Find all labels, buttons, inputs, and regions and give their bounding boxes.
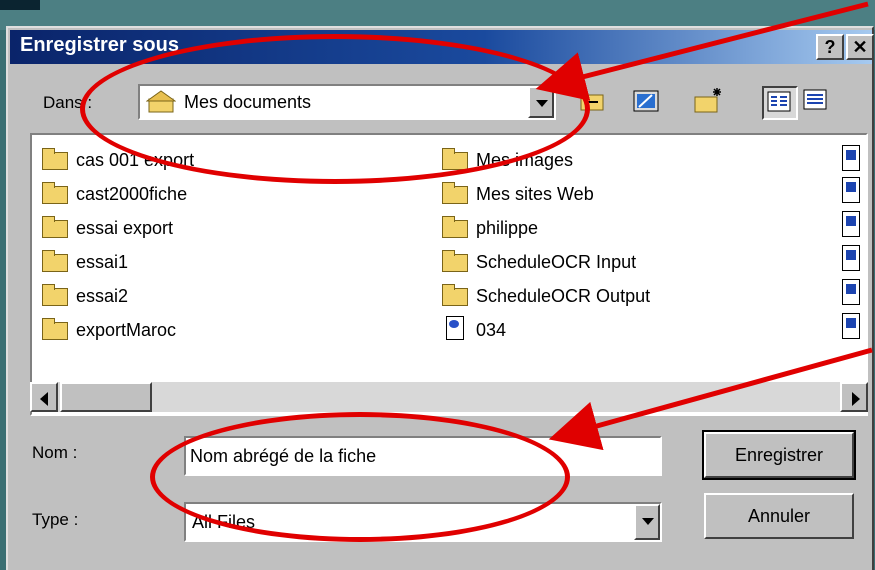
item-label: Mes images: [476, 149, 574, 170]
scroll-left-button[interactable]: [30, 382, 58, 412]
new-folder-button[interactable]: [692, 86, 728, 120]
file-icon[interactable]: [842, 313, 860, 339]
location-dropdown-button[interactable]: [528, 86, 554, 118]
folder-icon: [440, 182, 474, 206]
background-window-fragment: [0, 0, 40, 10]
item-label: essai1: [76, 251, 129, 272]
item-label: cast2000fiche: [76, 183, 188, 204]
details-view-icon: [803, 89, 827, 110]
list-item[interactable]: essai export: [40, 211, 194, 245]
list-item[interactable]: 034: [440, 313, 650, 347]
horizontal-scrollbar[interactable]: [30, 382, 868, 412]
list-item[interactable]: ScheduleOCR Input: [440, 245, 650, 279]
list-item[interactable]: ScheduleOCR Output: [440, 279, 650, 313]
folder-icon: [440, 250, 474, 274]
word-document-icon[interactable]: [842, 177, 860, 203]
list-item[interactable]: essai1: [40, 245, 194, 279]
location-value: Mes documents: [184, 92, 312, 112]
new-folder-icon: [694, 88, 721, 113]
folder-icon: [40, 182, 74, 206]
filetype-label: Type :: [32, 510, 79, 529]
title-bar[interactable]: Enregistrer sous ? ✕: [10, 30, 874, 64]
file-icon[interactable]: [842, 211, 860, 237]
list-item[interactable]: Mes images: [440, 143, 650, 177]
list-item[interactable]: Mes sites Web: [440, 177, 650, 211]
arrow-right-icon: [852, 392, 860, 406]
item-label: essai export: [76, 217, 174, 238]
folder-icon: [440, 148, 474, 172]
list-item[interactable]: exportMaroc: [40, 313, 194, 347]
cancel-button[interactable]: Annuler: [704, 493, 854, 539]
list-view-button[interactable]: [762, 86, 798, 120]
location-dropdown[interactable]: Mes documents: [138, 84, 556, 120]
scroll-right-button[interactable]: [840, 382, 868, 412]
item-label: exportMaroc: [76, 319, 177, 340]
details-view-button[interactable]: [800, 86, 836, 120]
image-file-icon: [440, 316, 474, 342]
folder-icon: [40, 318, 74, 342]
folder-icon: [40, 250, 74, 274]
home-folder-icon: [145, 90, 177, 114]
item-label: essai2: [76, 285, 129, 306]
filetype-dropdown-button[interactable]: [634, 504, 660, 540]
help-button[interactable]: ?: [816, 34, 844, 60]
filetype-value: All Files: [192, 512, 256, 532]
up-one-level-icon: [580, 94, 604, 111]
file-column-2: Mes images Mes sites Web philippe Schedu…: [440, 143, 650, 347]
item-label: Mes sites Web: [476, 183, 594, 204]
file-icon[interactable]: [842, 279, 860, 305]
dialog-title: Enregistrer sous: [20, 34, 179, 56]
folder-icon: [440, 216, 474, 240]
up-one-level-button[interactable]: [576, 86, 612, 120]
item-label: ScheduleOCR Output: [476, 285, 651, 306]
file-icon[interactable]: [842, 245, 860, 271]
list-view-icon: [767, 91, 791, 112]
item-label: 034: [476, 319, 507, 340]
folder-icon: [40, 216, 74, 240]
scroll-thumb[interactable]: [60, 382, 152, 412]
item-label: philippe: [476, 217, 539, 238]
desktop-icon: [633, 90, 659, 112]
list-item[interactable]: cast2000fiche: [40, 177, 194, 211]
save-button[interactable]: Enregistrer: [702, 430, 856, 480]
filetype-dropdown[interactable]: All Files: [184, 502, 662, 542]
list-item[interactable]: essai2: [40, 279, 194, 313]
folder-icon: [40, 148, 74, 172]
list-item[interactable]: cas 001 export: [40, 143, 194, 177]
item-label: ScheduleOCR Input: [476, 251, 637, 272]
folder-icon: [440, 284, 474, 308]
filename-value: Nom abrégé de la fiche: [190, 446, 377, 466]
desktop-button[interactable]: [630, 86, 666, 120]
close-button[interactable]: ✕: [846, 34, 874, 60]
file-list[interactable]: cas 001 export cast2000fiche essai expor…: [30, 133, 868, 416]
location-label: Dans :: [43, 93, 93, 112]
item-label: cas 001 export: [76, 149, 195, 170]
filename-label: Nom :: [32, 443, 78, 462]
file-icon[interactable]: [842, 145, 860, 171]
folder-icon: [40, 284, 74, 308]
arrow-left-icon: [40, 392, 48, 406]
file-column-1: cas 001 export cast2000fiche essai expor…: [40, 143, 194, 347]
filename-input[interactable]: Nom abrégé de la fiche: [184, 436, 662, 476]
list-item[interactable]: philippe: [440, 211, 650, 245]
